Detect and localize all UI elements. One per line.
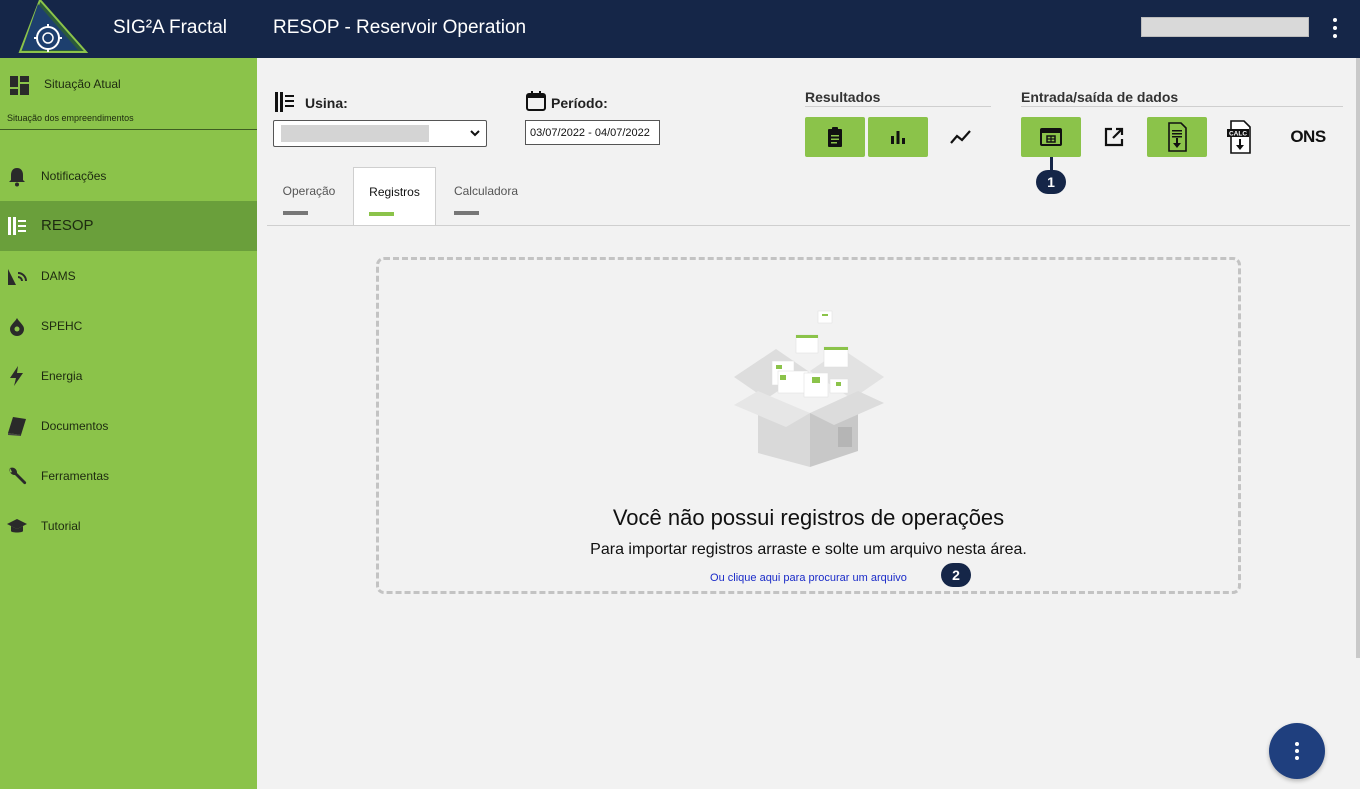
book-icon [8,417,26,436]
sidebar-item-ferramentas[interactable]: Ferramentas [0,451,257,501]
sidebar-item-tutorial[interactable]: Tutorial [0,501,257,551]
page-scrollbar[interactable] [1356,58,1360,658]
page-title: RESOP - Reservoir Operation [273,17,527,38]
chevron-down-icon [470,130,480,137]
tab-label: Registros [369,185,420,199]
water-drop-icon [10,318,24,336]
sidebar-item-notificacoes[interactable]: Notificações [0,151,257,201]
sidebar-item-situacao-atual[interactable]: Situação Atual Situação dos empreendimen… [0,58,257,130]
signal-icon [8,269,27,285]
sidebar-item-label: SPEHC [41,319,83,333]
sidebar-item-documentos[interactable]: Documentos [0,401,257,451]
step-marker-1: 1 [1036,170,1066,194]
empty-state-title: Você não possui registros de operações [612,505,1005,530]
browse-file-link[interactable]: Ou clique aqui para procurar um arquivo [376,572,1241,584]
sidebar-item-label: Notificações [41,169,107,183]
report-button[interactable] [805,117,865,157]
import-table-button[interactable] [1021,117,1081,157]
dashboard-icon [10,76,29,95]
lightning-icon [10,366,23,386]
resultados-divider [805,106,991,107]
bar-chart-icon [891,131,905,144]
graduation-cap-icon [7,519,27,533]
tab-label: Calculadora [453,184,519,198]
sidebar-item-label: Energia [41,369,83,383]
open-external-button[interactable] [1084,117,1144,157]
file-download-button[interactable] [1147,117,1207,157]
sidebar-item-label: Situação Atual [44,77,121,91]
sidebar-item-spehc[interactable]: SPEHC [0,301,257,351]
floating-action-button[interactable] [1269,723,1325,779]
resultados-title: Resultados [805,89,881,105]
top-app-bar: SIG²A Fractal RESOP - Reservoir Operatio… [0,0,1360,58]
bar-chart-button[interactable] [868,117,928,157]
more-options-icon [1295,742,1299,746]
app-logo-icon[interactable] [18,0,90,58]
trend-line-icon [950,130,971,144]
tab-indicator [283,211,308,215]
tabs-divider [267,225,1350,226]
empty-state-subtitle: Para importar registros arraste e solte … [590,541,1027,558]
tab-calculadora[interactable]: Calculadora [441,167,531,226]
clipboard-icon [828,127,842,147]
sidebar-item-label: Documentos [41,419,109,433]
table-window-icon [1040,128,1062,146]
bell-icon [9,168,25,187]
open-external-icon [1104,127,1124,147]
sidebar: Situação Atual Situação dos empreendimen… [0,58,257,789]
entrada-saida-title: Entrada/saída de dados [1021,89,1179,105]
tab-registros[interactable]: Registros [353,167,436,226]
periodo-label: Período: [551,95,608,111]
sidebar-item-label: DAMS [41,269,76,283]
marker-1-pointer [1050,157,1053,171]
app-title: SIG²A Fractal [113,17,228,38]
sidebar-item-dams[interactable]: DAMS [0,251,257,301]
step-marker-2: 2 [941,563,971,587]
trend-line-button[interactable] [931,117,991,157]
sidebar-item-label: Tutorial [41,519,81,533]
file-download-icon [1168,122,1187,152]
user-info-redacted[interactable] [1141,17,1309,37]
wrench-icon [9,467,27,485]
sidebar-item-label: RESOP [41,217,94,234]
usina-select[interactable] [273,120,487,147]
tab-label: Operação [282,184,336,198]
periodo-date-range-input[interactable] [525,120,660,145]
svg-text:CALC: CALC [1229,131,1247,138]
calc-download-button[interactable]: CALC [1210,117,1270,157]
dam-icon [8,217,26,235]
sidebar-item-energia[interactable]: Energia [0,351,257,401]
sidebar-item-label: Ferramentas [41,469,110,483]
usina-selected-redacted [281,125,429,142]
usina-label: Usina: [305,95,348,111]
tab-operacao[interactable]: Operação [270,167,348,226]
sidebar-item-subtitle: Situação dos empreendimentos [7,113,134,123]
tab-indicator [454,211,479,215]
ons-logo: ONS [1290,127,1326,146]
calendar-icon [526,91,546,111]
ons-button[interactable]: ONS [1278,117,1338,157]
tab-indicator [369,212,394,216]
more-options-icon[interactable] [1326,16,1344,40]
empty-box-illustration-icon [734,310,884,467]
entrada-saida-divider [1021,106,1343,107]
sidebar-item-resop[interactable]: RESOP [0,201,257,251]
dam-icon [275,92,294,112]
calc-download-icon: CALC [1227,120,1251,154]
